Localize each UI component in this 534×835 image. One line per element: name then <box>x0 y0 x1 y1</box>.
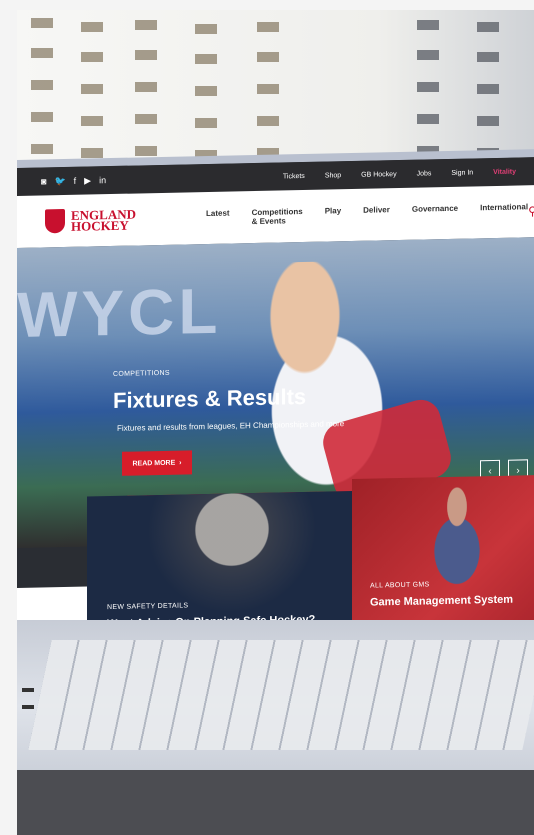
tickets-link[interactable]: Tickets <box>283 172 305 179</box>
nav-item-play[interactable]: Play <box>325 206 341 224</box>
instagram-icon[interactable]: ◙ <box>41 176 46 187</box>
laptop-screen: ◙ 🐦 f ▶ in Tickets Shop GB Hockey Jobs S… <box>17 157 534 668</box>
safety-card-image <box>147 491 317 616</box>
nav-item-latest[interactable]: Latest <box>206 209 230 227</box>
nav-item-competitions[interactable]: Competitions & Events <box>252 207 303 226</box>
keyboard <box>28 640 534 750</box>
table-surface <box>17 770 534 835</box>
linkedin-icon[interactable]: in <box>99 175 106 186</box>
utility-links: Tickets Shop GB Hockey Jobs Sign In Vita… <box>283 168 516 180</box>
logo-text: ENGLAND HOCKEY <box>71 207 136 234</box>
vitality-logo[interactable]: Vitality <box>493 168 516 175</box>
logo-line-2: HOCKEY <box>71 217 129 234</box>
hero-kicker: COMPETITIONS <box>113 369 170 378</box>
social-links: ◙ 🐦 f ▶ in <box>41 175 106 187</box>
hero-background-text: WYCL <box>17 274 222 351</box>
youtube-icon[interactable]: ▶ <box>84 175 91 186</box>
gms-card-title[interactable]: Game Management System <box>370 594 513 609</box>
search-icon[interactable]: ⚲ <box>528 204 534 218</box>
nav-item-international[interactable]: International <box>480 202 528 221</box>
shop-link[interactable]: Shop <box>325 172 341 179</box>
sign-in-link[interactable]: Sign In <box>451 169 473 176</box>
hero-title[interactable]: Fixtures & Results <box>113 384 306 414</box>
read-more-label: READ MORE <box>132 459 176 468</box>
nav-item-deliver[interactable]: Deliver <box>363 205 390 224</box>
england-hockey-logo[interactable]: ENGLAND HOCKEY <box>45 207 136 234</box>
gb-hockey-link[interactable]: GB Hockey <box>361 171 396 179</box>
nav-menu: Latest Competitions & Events Play Delive… <box>206 202 528 227</box>
usb-port <box>22 705 34 709</box>
usb-port <box>22 688 34 692</box>
read-more-button[interactable]: READ MORE › <box>122 450 192 476</box>
gms-card-image <box>412 483 502 596</box>
shield-icon <box>45 208 65 234</box>
nav-item-governance[interactable]: Governance <box>412 204 458 223</box>
facebook-icon[interactable]: f <box>74 175 77 186</box>
jobs-link[interactable]: Jobs <box>417 170 432 177</box>
gms-card-kicker: ALL ABOUT GMS <box>370 581 430 590</box>
twitter-icon[interactable]: 🐦 <box>54 175 65 186</box>
